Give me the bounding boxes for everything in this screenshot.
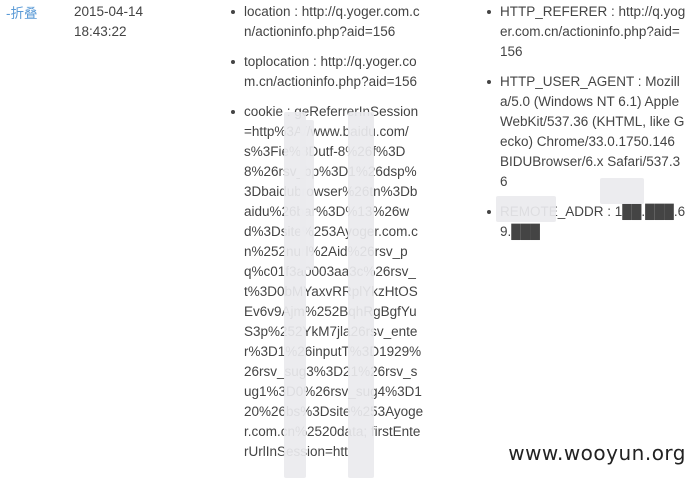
bullet-icon bbox=[487, 10, 491, 14]
field-cookie: cookie : geReferrerInSession=http%3A//ww… bbox=[230, 102, 424, 462]
watermark: www.wooyun.org bbox=[508, 441, 686, 465]
redaction-mask bbox=[300, 120, 314, 270]
field-toplocation: toplocation : http://q.yoger.com.cn/acti… bbox=[230, 52, 424, 92]
field-http-user-agent: HTTP_USER_AGENT : Mozilla/5.0 (Windows N… bbox=[486, 72, 686, 192]
request-date: 2015-04-14 bbox=[74, 4, 144, 19]
field-cookie-text: cookie : geReferrerInSession=http%3A//ww… bbox=[244, 104, 424, 459]
field-toplocation-text: toplocation : http://q.yoger.com.cn/acti… bbox=[244, 54, 418, 89]
bullet-icon bbox=[231, 110, 235, 114]
bullet-icon bbox=[231, 60, 235, 64]
field-http-referer-text: HTTP_REFERER : http://q.yoger.com.cn/act… bbox=[500, 4, 686, 59]
bullet-icon bbox=[487, 210, 491, 214]
bullet-icon bbox=[487, 80, 491, 84]
request-fields-list: location : http://q.yoger.com.cn/actioni… bbox=[230, 0, 424, 472]
bullet-icon bbox=[231, 10, 235, 14]
request-timestamp: 2015-04-14 18:43:22 bbox=[74, 2, 143, 42]
redaction-mask bbox=[348, 112, 374, 478]
field-http-user-agent-text: HTTP_USER_AGENT : Mozilla/5.0 (Windows N… bbox=[500, 74, 685, 189]
field-http-referer: HTTP_REFERER : http://q.yoger.com.cn/act… bbox=[486, 2, 686, 62]
redaction-mask bbox=[600, 178, 644, 204]
redaction-mask bbox=[496, 196, 556, 222]
field-location: location : http://q.yoger.com.cn/actioni… bbox=[230, 2, 424, 42]
request-time: 18:43:22 bbox=[74, 24, 127, 39]
field-location-text: location : http://q.yoger.com.cn/actioni… bbox=[244, 4, 420, 39]
fold-toggle-link[interactable]: -折叠 bbox=[6, 2, 38, 22]
